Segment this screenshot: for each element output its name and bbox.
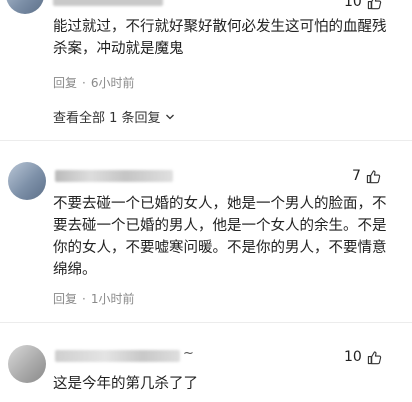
separator: · <box>82 76 86 90</box>
thumb-up-icon <box>367 0 382 9</box>
timestamp: 1小时前 <box>90 292 135 306</box>
like-count: 7 <box>352 168 361 184</box>
username-suffix: ~ <box>183 346 194 361</box>
like-count-button[interactable]: 10 <box>344 0 382 10</box>
separator: · <box>82 292 86 306</box>
avatar[interactable] <box>8 162 46 200</box>
view-all-replies-label: 查看全部 1 条回复 <box>53 111 161 126</box>
divider <box>0 140 412 141</box>
chevron-down-icon <box>165 114 174 119</box>
reply-button[interactable]: 回复 <box>53 76 77 90</box>
like-count-button[interactable]: 10 <box>344 349 382 365</box>
comment-meta: 回复 · 6小时前 <box>53 74 134 91</box>
thumb-up-icon <box>367 350 382 364</box>
thumb-up-icon <box>366 169 381 183</box>
username-blurred <box>55 350 180 362</box>
divider <box>0 322 412 323</box>
comment-meta: 回复 · 1小时前 <box>53 290 134 307</box>
username-blurred <box>55 170 173 182</box>
username-blurred <box>53 0 163 6</box>
avatar[interactable] <box>8 345 46 383</box>
comment-text: 这是今年的第几杀了了 <box>53 376 198 392</box>
like-count: 10 <box>344 0 362 10</box>
avatar[interactable] <box>6 0 44 14</box>
like-count-button[interactable]: 7 <box>352 168 381 184</box>
view-all-replies-button[interactable]: 查看全部 1 条回复 <box>53 107 175 126</box>
like-count: 10 <box>344 349 362 365</box>
reply-button[interactable]: 回复 <box>53 292 77 306</box>
comment-text: 不要去碰一个已婚的女人，她是一个男人的脸面，不要去碰一个已婚的男人，他是一个女人… <box>53 196 387 278</box>
comment-text: 能过就过，不行就好聚好散何必发生这可怕的血醒残杀案，冲动就是魔鬼 <box>53 19 387 57</box>
timestamp: 6小时前 <box>90 76 135 90</box>
